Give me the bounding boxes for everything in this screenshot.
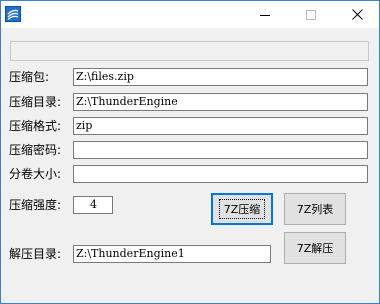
- extract-button[interactable]: 7Z解压: [284, 232, 346, 264]
- extract-dir-label: 解压目录:: [9, 247, 62, 261]
- app-window: 压缩包: Z:\files.zip 压缩目录: Z:\ThunderEngine…: [0, 0, 380, 304]
- minimize-button[interactable]: [242, 1, 288, 28]
- archive-field[interactable]: Z:\files.zip: [73, 68, 368, 86]
- app-icon: [5, 6, 21, 22]
- password-label: 压缩密码:: [9, 143, 62, 157]
- maximize-button[interactable]: [288, 1, 334, 28]
- split-size-label: 分卷大小:: [9, 167, 62, 181]
- title-bar[interactable]: [1, 1, 379, 28]
- strength-label: 压缩强度:: [9, 198, 62, 212]
- source-dir-field[interactable]: Z:\ThunderEngine: [73, 93, 368, 111]
- extract-button-label: 7Z解压: [296, 242, 334, 255]
- path-bar: [10, 41, 369, 61]
- format-label: 压缩格式:: [9, 119, 62, 133]
- password-field[interactable]: [73, 141, 368, 159]
- compress-button-label: 7Z压缩: [218, 199, 266, 219]
- minimize-icon: [260, 14, 270, 16]
- close-button[interactable]: [334, 1, 380, 28]
- compress-button[interactable]: 7Z压缩: [211, 193, 273, 225]
- close-icon: [351, 9, 363, 20]
- format-field[interactable]: zip: [73, 117, 368, 135]
- strength-field[interactable]: 4: [73, 196, 113, 214]
- list-button-label: 7Z列表: [296, 203, 334, 216]
- archive-label: 压缩包:: [9, 70, 50, 84]
- source-dir-label: 压缩目录:: [9, 95, 62, 109]
- maximize-icon: [306, 9, 316, 20]
- extract-dir-field[interactable]: Z:\ThunderEngine1: [73, 245, 271, 263]
- split-size-field[interactable]: [73, 165, 368, 183]
- list-button[interactable]: 7Z列表: [284, 193, 346, 225]
